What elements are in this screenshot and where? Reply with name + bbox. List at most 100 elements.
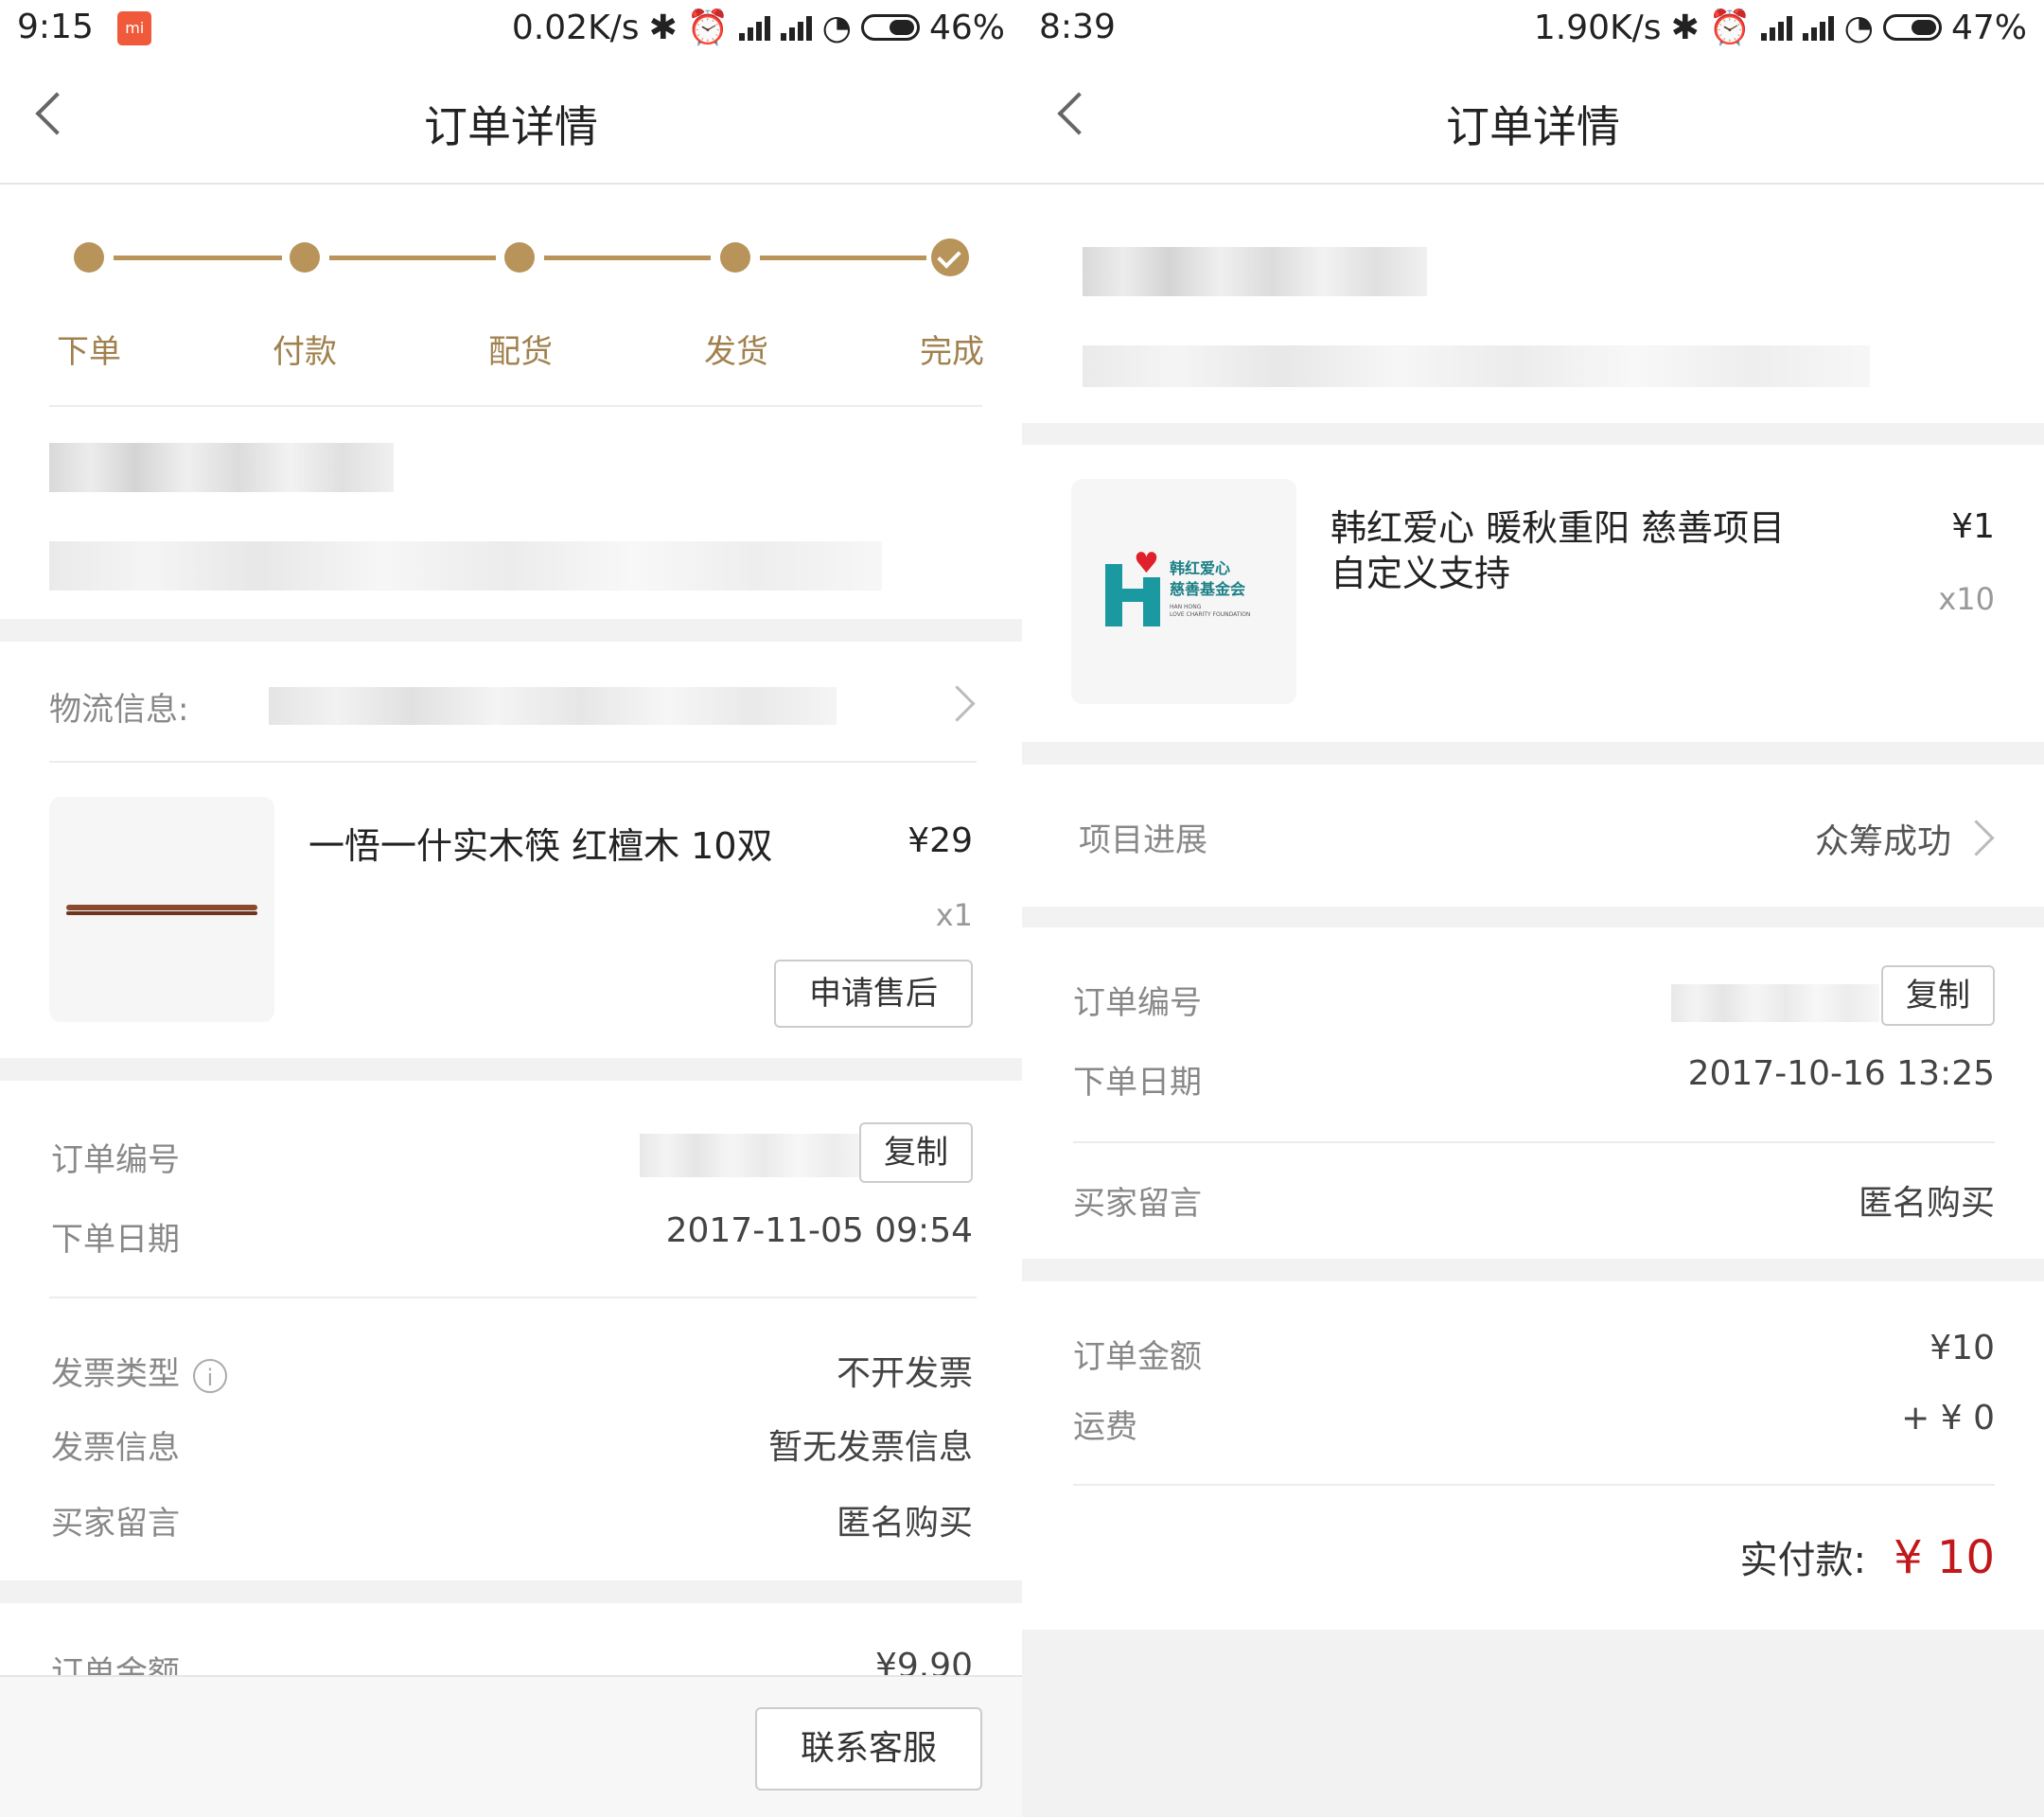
address-section	[1022, 185, 2044, 423]
copy-button[interactable]: 复制	[859, 1122, 973, 1183]
paid-total: 实付款: ¥ 10	[1740, 1529, 1995, 1584]
page-title: 订单详情	[424, 101, 598, 152]
logo-text-en2: LOVE CHARITY FOUNDATION	[1170, 611, 1251, 618]
step-label-pick: 配货	[488, 333, 553, 371]
signal-icon	[1760, 14, 1793, 41]
invoice-info-label: 发票信息	[51, 1429, 180, 1467]
section-gap	[0, 619, 1022, 642]
chevron-right-icon[interactable]	[939, 685, 976, 722]
product-name-line2: 自定义支持	[1330, 553, 1511, 594]
status-bar-right: 1.90K/s ✱ ⏰ ◔ 47%	[1533, 8, 2027, 48]
order-date-value: 2017-10-16 13:25	[1687, 1054, 1995, 1093]
signal-icon	[780, 14, 813, 41]
section-gap	[0, 1580, 1022, 1603]
shipping-value: + ¥ 0	[1901, 1399, 1995, 1438]
alarm-icon: ⏰	[1708, 9, 1752, 47]
invoice-type-value: 不开发票	[836, 1354, 973, 1393]
blurred-recipient	[49, 443, 394, 492]
section-gap	[0, 1058, 1022, 1081]
project-progress-label: 项目进展	[1079, 821, 1207, 859]
heart-icon: ♥	[1134, 547, 1159, 580]
chopsticks-shadow	[66, 911, 257, 915]
blurred-address	[49, 541, 882, 591]
info-icon[interactable]: i	[193, 1358, 227, 1393]
page-title: 订单详情	[1446, 101, 1620, 152]
logo-text-line2: 慈善基金会	[1170, 580, 1246, 598]
order-detail-screen-1: 9:15 mi 0.02K/s ✱ ⏰ ◔ 46% 订单详情 下单 付款 配货 …	[0, 0, 1022, 1817]
divider	[49, 1297, 977, 1298]
progress-dot	[720, 242, 750, 273]
order-date-label: 下单日期	[1073, 1064, 1202, 1102]
order-number-label: 订单编号	[1073, 984, 1202, 1022]
progress-bar-segment	[329, 256, 496, 260]
bluetooth-icon: ✱	[1670, 8, 1700, 47]
invoice-info-value: 暂无发票信息	[767, 1428, 973, 1467]
shipping-label: 运费	[1073, 1408, 1137, 1446]
paid-label: 实付款:	[1739, 1539, 1867, 1582]
progress-dot	[290, 242, 320, 273]
product-name: 一悟一什实木筷 红檀木 10双	[308, 825, 773, 867]
buyer-message-label: 买家留言	[1073, 1185, 1202, 1223]
blurred-address	[1083, 345, 1870, 387]
divider	[49, 761, 977, 763]
paid-value: ¥ 10	[1894, 1531, 1995, 1584]
product-section: ♥ 韩红爱心 慈善基金会 HAN HONG LOVE CHARITY FOUND…	[1022, 445, 2044, 742]
logo-text-en1: HAN HONG	[1170, 604, 1202, 610]
battery-percent: 47%	[1950, 8, 2027, 47]
battery-icon	[1882, 14, 1942, 41]
step-label-done: 完成	[920, 333, 984, 371]
logo-text-line1: 韩红爱心	[1170, 559, 1231, 577]
status-time: 9:15	[17, 8, 94, 46]
network-speed: 1.90K/s	[1533, 8, 1662, 47]
progress-dot	[504, 242, 535, 273]
battery-percent: 46%	[928, 8, 1005, 47]
chopsticks-image	[66, 905, 257, 910]
order-number-label: 订单编号	[51, 1141, 180, 1179]
invoice-type-text: 发票类型	[51, 1355, 180, 1393]
step-label-ship: 发货	[704, 333, 768, 371]
chevron-right-icon[interactable]	[1958, 820, 1995, 856]
after-sale-button[interactable]: 申请售后	[774, 960, 973, 1028]
blurred-order-number	[1671, 984, 1879, 1022]
buyer-message-value: 匿名购买	[836, 1504, 973, 1543]
divider	[1073, 1484, 1995, 1486]
buyer-message-value: 匿名购买	[1858, 1184, 1995, 1223]
project-progress-value: 众筹成功	[1814, 822, 1951, 861]
divider	[49, 405, 982, 407]
project-progress-row[interactable]: 项目进展 众筹成功	[1022, 765, 2044, 907]
product-name-line1: 韩红爱心 暖秋重阳 慈善项目	[1330, 507, 1786, 549]
order-date-label: 下单日期	[51, 1221, 180, 1259]
progress-bar-segment	[114, 256, 282, 260]
step-label-pay: 付款	[273, 333, 337, 371]
bluetooth-icon: ✱	[648, 8, 678, 47]
header-divider	[0, 183, 1022, 185]
bottom-action-bar: 联系客服	[0, 1675, 1022, 1817]
copy-button[interactable]: 复制	[1881, 965, 1995, 1026]
product-quantity: x1	[935, 897, 973, 933]
order-info-section: 订单编号 复制 下单日期 2017-10-16 13:25 买家留言 匿名购买	[1022, 927, 2044, 1259]
blurred-recipient	[1083, 247, 1427, 296]
mi-app-icon: mi	[117, 11, 152, 45]
product-price: ¥1	[1951, 507, 1995, 546]
progress-bar-segment	[760, 256, 926, 260]
order-date-value: 2017-11-05 09:54	[665, 1211, 973, 1250]
status-time: 8:39	[1039, 8, 1116, 46]
product-image[interactable]	[49, 797, 274, 1022]
logistics-label: 物流信息:	[49, 691, 189, 729]
battery-icon	[860, 14, 920, 41]
progress-bar-segment	[544, 256, 711, 260]
wifi-icon: ◔	[821, 8, 852, 47]
alarm-icon: ⏰	[686, 9, 730, 47]
product-quantity: x10	[1938, 581, 1995, 617]
signal-icon	[738, 14, 771, 41]
contact-service-button[interactable]: 联系客服	[755, 1707, 982, 1791]
logo-h-bar	[1105, 589, 1160, 602]
divider	[1073, 1141, 1995, 1143]
signal-icon	[1802, 14, 1835, 41]
invoice-type-label: 发票类型 i	[51, 1348, 227, 1394]
product-image[interactable]: ♥ 韩红爱心 慈善基金会 HAN HONG LOVE CHARITY FOUND…	[1071, 479, 1296, 704]
order-amount-label: 订单金额	[1073, 1338, 1202, 1376]
blurred-logistics	[269, 687, 837, 725]
network-speed: 0.02K/s	[511, 8, 640, 47]
step-label-order: 下单	[57, 333, 121, 371]
